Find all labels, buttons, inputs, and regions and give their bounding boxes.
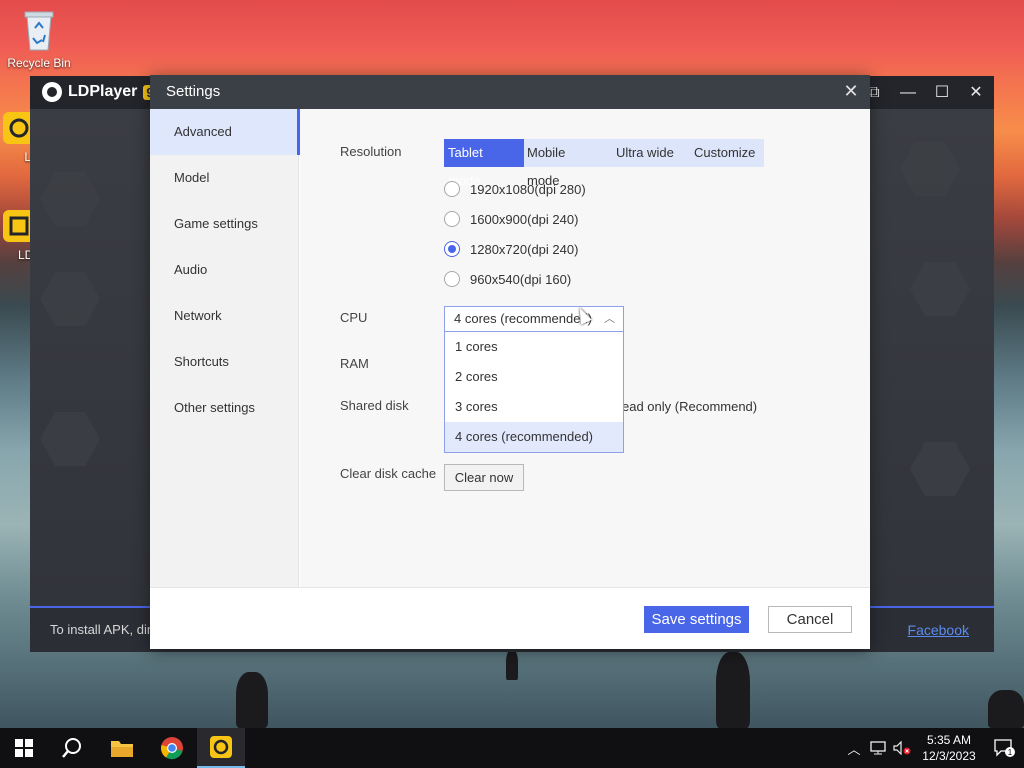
cpu-option-3[interactable]: 3 cores — [445, 392, 623, 422]
desktop-icon-label: Recycle Bin — [7, 56, 71, 70]
background-hexagon — [40, 272, 100, 326]
radio-button[interactable] — [444, 211, 460, 227]
settings-footer: Save settings Cancel — [150, 587, 870, 649]
cpu-select[interactable]: 4 cores (recommended) ︿ — [444, 306, 624, 332]
resolution-option-label: 960x540(dpi 160) — [470, 271, 572, 287]
background-hexagon — [910, 442, 970, 496]
volume-muted-icon[interactable] — [890, 728, 914, 768]
system-tray: ︿ 5:35 AM 12/3/2023 1 — [842, 728, 1024, 768]
chevron-up-icon[interactable]: ︿ — [842, 728, 866, 768]
sidebar-item-advanced[interactable]: Advanced — [150, 109, 300, 155]
silhouette-figure — [236, 672, 268, 728]
file-explorer-button[interactable] — [98, 728, 146, 768]
radio-button[interactable] — [444, 181, 460, 197]
minimize-button[interactable]: — — [896, 81, 920, 105]
shared-disk-read-only-option[interactable]: ead only (Recommend) — [622, 399, 757, 414]
cpu-option-1[interactable]: 1 cores — [445, 332, 623, 362]
windows-logo-icon — [15, 739, 33, 757]
facebook-link[interactable]: Facebook — [908, 622, 969, 638]
chrome-button[interactable] — [148, 728, 196, 768]
search-button[interactable] — [48, 728, 96, 768]
ldplayer-app-name: LDPlayer — [68, 83, 138, 100]
background-hexagon — [40, 172, 100, 226]
ldplayer-logo-icon — [42, 82, 62, 102]
background-hexagon — [40, 412, 100, 466]
search-icon — [62, 738, 81, 758]
background-hexagon — [910, 262, 970, 316]
start-button[interactable] — [0, 728, 48, 768]
taskbar-clock[interactable]: 5:35 AM 12/3/2023 — [914, 732, 984, 764]
desktop-icon-recycle-bin[interactable]: Recycle Bin — [0, 8, 78, 70]
tab-customize[interactable]: Customize — [686, 139, 764, 167]
settings-sidebar: Advanced Model Game settings Audio Netwo… — [150, 109, 300, 587]
ldplayer-taskbar-button[interactable] — [197, 728, 245, 768]
silhouette-figure — [506, 650, 518, 680]
resolution-option-1280x720[interactable]: 1280x720(dpi 240) — [444, 239, 578, 259]
cpu-option-2[interactable]: 2 cores — [445, 362, 623, 392]
chevron-up-icon: ︿ — [604, 313, 615, 325]
cpu-option-4[interactable]: 4 cores (recommended) — [445, 422, 623, 452]
notification-count: 1 — [1008, 748, 1013, 757]
background-hexagon — [900, 142, 960, 196]
settings-title: Settings — [166, 83, 221, 100]
maximize-button[interactable]: ☐ — [930, 81, 954, 105]
clock-time: 5:35 AM — [926, 733, 972, 747]
settings-dialog: Settings ✕ Advanced Model Game settings … — [150, 75, 870, 649]
recycle-bin-icon — [24, 11, 54, 51]
install-apk-hint: To install APK, dir — [50, 622, 152, 637]
ldplayer-logo: LDPlayer 9 — [42, 82, 157, 102]
ram-label: RAM — [340, 356, 369, 371]
silhouette-figure — [716, 652, 750, 728]
sidebar-item-model[interactable]: Model — [150, 155, 299, 201]
tab-mobile-mode[interactable]: Mobile mode — [524, 139, 608, 188]
cpu-dropdown-list: 1 cores 2 cores 3 cores 4 cores (recomme… — [444, 332, 624, 453]
clear-disk-cache-label: Clear disk cache — [340, 466, 437, 481]
close-icon[interactable]: ✕ — [840, 80, 862, 102]
chrome-icon — [160, 737, 183, 760]
notification-icon: 1 — [994, 739, 1015, 757]
resolution-option-960x540[interactable]: 960x540(dpi 160) — [444, 269, 571, 289]
resolution-label: Resolution — [340, 144, 402, 159]
shared-disk-label: Shared disk — [340, 398, 409, 413]
sidebar-item-network[interactable]: Network — [150, 293, 299, 339]
radio-button[interactable] — [444, 271, 460, 287]
sidebar-item-audio[interactable]: Audio — [150, 247, 299, 293]
notification-center-button[interactable]: 1 — [984, 738, 1024, 758]
network-icon[interactable] — [866, 728, 890, 768]
resolution-mode-tabs: Tablet mode Mobile mode Ultra wide Custo… — [444, 139, 764, 188]
cpu-label: CPU — [340, 310, 368, 325]
save-settings-button[interactable]: Save settings — [644, 606, 749, 633]
silhouette-figure — [988, 690, 1024, 728]
settings-titlebar[interactable]: Settings ✕ — [150, 75, 870, 109]
resolution-option-label: 1920x1080(dpi 280) — [470, 181, 586, 197]
close-button[interactable]: ✕ — [964, 81, 988, 105]
clock-date: 12/3/2023 — [922, 749, 976, 763]
resolution-option-1600x900[interactable]: 1600x900(dpi 240) — [444, 209, 578, 229]
settings-content: Resolution Tablet mode Mobile mode Ultra… — [300, 109, 870, 587]
radio-button-selected[interactable] — [444, 241, 460, 257]
resolution-option-label: 1600x900(dpi 240) — [470, 211, 579, 227]
resolution-option-label: 1280x720(dpi 240) — [470, 241, 579, 257]
resolution-option-1920x1080[interactable]: 1920x1080(dpi 280) — [444, 179, 586, 199]
tab-ultra-wide[interactable]: Ultra wide — [608, 139, 686, 167]
cancel-button[interactable]: Cancel — [768, 606, 852, 633]
sidebar-item-other-settings[interactable]: Other settings — [150, 385, 299, 431]
folder-icon — [111, 741, 133, 757]
tab-tablet-mode[interactable]: Tablet mode — [444, 139, 524, 188]
taskbar: ︿ 5:35 AM 12/3/2023 1 — [0, 728, 1024, 768]
clear-now-button[interactable]: Clear now — [444, 464, 524, 491]
ldplayer-icon — [210, 736, 232, 758]
cpu-select-value: 4 cores (recommended) — [454, 311, 592, 326]
sidebar-item-shortcuts[interactable]: Shortcuts — [150, 339, 299, 385]
sidebar-item-game-settings[interactable]: Game settings — [150, 201, 299, 247]
